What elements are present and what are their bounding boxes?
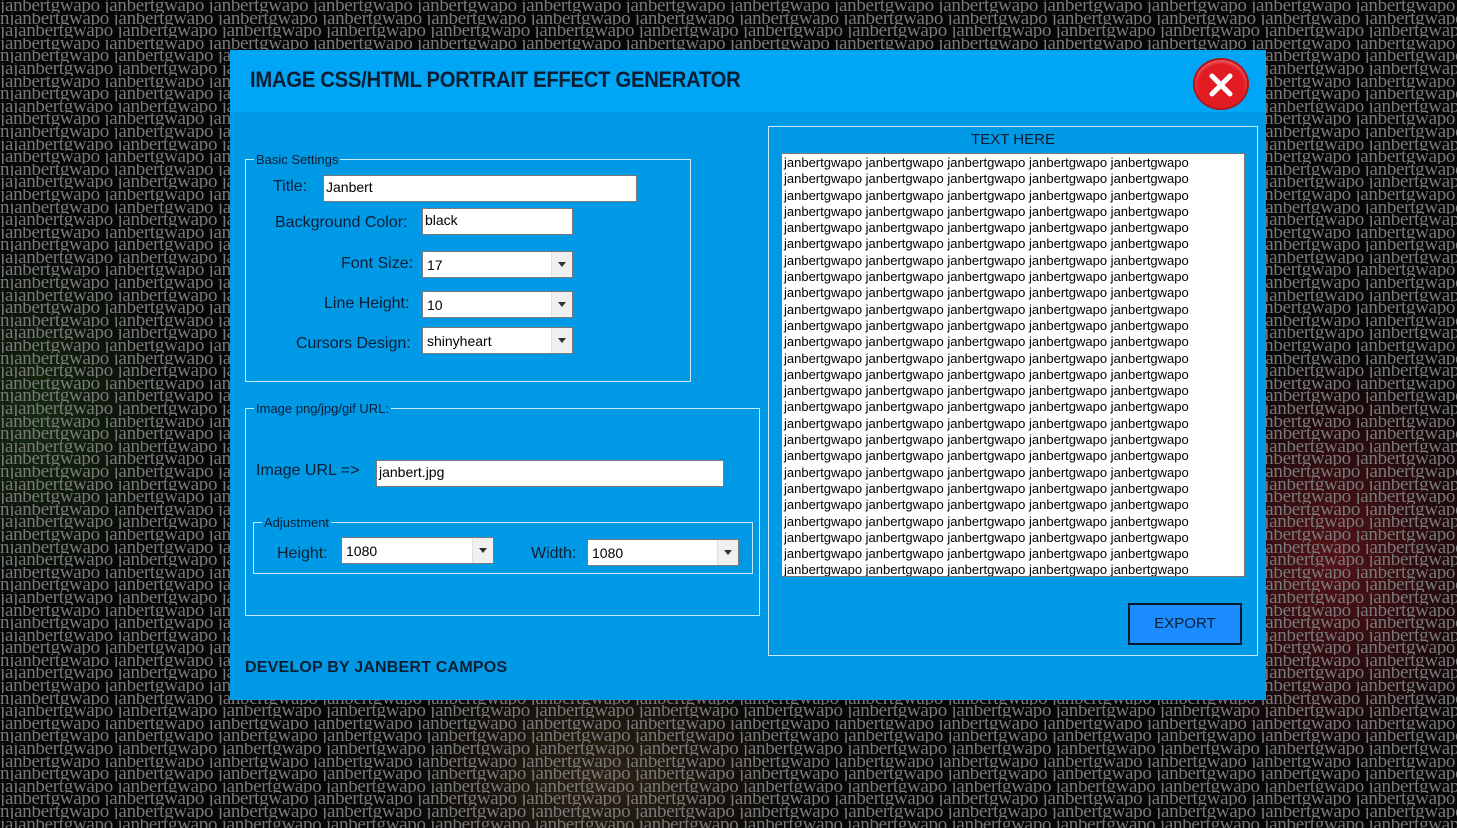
text-area-line: janbertgwapo janbertgwapo janbertgwapo j…	[784, 383, 1189, 399]
text-area-line: janbertgwapo janbertgwapo janbertgwapo j…	[784, 562, 1189, 577]
title-input[interactable]: Janbert	[323, 175, 637, 202]
height-select[interactable]: 1080	[341, 537, 494, 564]
text-panel-title: TEXT HERE	[971, 131, 1055, 148]
image-url-legend: Image png/jpg/gif URL:	[256, 401, 389, 416]
font-size-select[interactable]: 17	[422, 251, 573, 278]
background-text-line: janbertgwapo janbertgwapo janbertgwapo j…	[0, 0, 1457, 13]
text-area-line: janbertgwapo janbertgwapo janbertgwapo j…	[784, 317, 1189, 333]
background-text-line: janbertgwapo janbertgwapo janbertgwapo j…	[0, 37, 1457, 51]
text-area-line: janbertgwapo janbertgwapo janbertgwapo j…	[784, 415, 1189, 431]
background-text-line: jajanbertgwapo janbertgwapo janbertgwapo…	[0, 25, 1457, 38]
background-text-line: njanbertgwapo janbertgwapo janbertgwapo …	[0, 806, 1457, 819]
text-area[interactable]: janbertgwapo janbertgwapo janbertgwapo j…	[781, 153, 1245, 577]
cursors-design-value: shinyheart	[427, 333, 492, 349]
background-color-input[interactable]: black	[422, 208, 573, 235]
export-button[interactable]: EXPORT	[1128, 603, 1242, 645]
text-area-line: janbertgwapo janbertgwapo janbertgwapo j…	[784, 171, 1189, 187]
background-text-line: njanbertgwapo janbertgwapo janbertgwapo …	[0, 768, 1457, 781]
basic-settings-legend: Basic Settings	[256, 152, 339, 167]
text-area-line: janbertgwapo janbertgwapo janbertgwapo j…	[784, 236, 1189, 252]
app-title: IMAGE CSS/HTML PORTRAIT EFFECT GENERATOR	[250, 67, 741, 92]
text-area-line: janbertgwapo janbertgwapo janbertgwapo j…	[784, 301, 1189, 317]
width-value: 1080	[592, 545, 624, 561]
chevron-down-icon[interactable]	[551, 252, 572, 277]
width-label: Width:	[531, 545, 577, 562]
text-area-line: janbertgwapo janbertgwapo janbertgwapo j…	[784, 334, 1189, 350]
text-area-line: janbertgwapo janbertgwapo janbertgwapo j…	[784, 285, 1189, 301]
chevron-down-icon[interactable]	[717, 540, 738, 565]
chevron-down-icon[interactable]	[551, 328, 572, 353]
close-button[interactable]	[1193, 58, 1249, 110]
font-size-value: 17	[427, 257, 443, 273]
width-select[interactable]: 1080	[587, 539, 739, 566]
text-area-line: janbertgwapo janbertgwapo janbertgwapo j…	[784, 513, 1189, 529]
cursors-design-select[interactable]: shinyheart	[422, 327, 573, 354]
text-area-line: janbertgwapo janbertgwapo janbertgwapo j…	[784, 464, 1189, 480]
text-area-line: janbertgwapo janbertgwapo janbertgwapo j…	[784, 203, 1189, 219]
footer-credit: DEVELOP BY JANBERT CAMPOS	[245, 659, 508, 676]
generator-window: IMAGE CSS/HTML PORTRAIT EFFECT GENERATOR…	[230, 50, 1266, 700]
background-text-line: janbertgwapo janbertgwapo janbertgwapo j…	[0, 793, 1457, 806]
background-text-line: jajanbertgwapo janbertgwapo janbertgwapo…	[0, 743, 1457, 756]
text-panel: TEXT HERE janbertgwapo janbertgwapo janb…	[768, 126, 1258, 656]
text-area-line: janbertgwapo janbertgwapo janbertgwapo j…	[784, 432, 1189, 448]
cursors-design-label: Cursors Design:	[296, 335, 411, 352]
text-area-line: janbertgwapo janbertgwapo janbertgwapo j…	[784, 448, 1189, 464]
text-area-line: janbertgwapo janbertgwapo janbertgwapo j…	[784, 252, 1189, 268]
line-height-value: 10	[427, 297, 443, 313]
background-text-line: njanbertgwapo janbertgwapo janbertgwapo …	[0, 12, 1457, 26]
text-area-line: janbertgwapo janbertgwapo janbertgwapo j…	[784, 480, 1189, 496]
text-area-line: janbertgwapo janbertgwapo janbertgwapo j…	[784, 546, 1189, 562]
text-area-line: janbertgwapo janbertgwapo janbertgwapo j…	[784, 187, 1189, 203]
image-url-label: Image URL =>	[256, 462, 360, 479]
close-icon	[1209, 73, 1233, 97]
text-area-line: janbertgwapo janbertgwapo janbertgwapo j…	[784, 399, 1189, 415]
background-text-line: njanbertgwapo janbertgwapo janbertgwapo …	[0, 730, 1457, 744]
height-value: 1080	[346, 543, 378, 559]
image-url-input[interactable]: janbert.jpg	[376, 460, 724, 487]
text-area-line: janbertgwapo janbertgwapo janbertgwapo j…	[784, 529, 1189, 545]
background-text-line: jajanbertgwapo janbertgwapo janbertgwapo…	[0, 819, 1457, 828]
background-text-line: jajanbertgwapo janbertgwapo janbertgwapo…	[0, 780, 1457, 794]
adjustment-legend: Adjustment	[264, 515, 330, 530]
text-area-line: janbertgwapo janbertgwapo janbertgwapo j…	[784, 497, 1189, 513]
line-height-label: Line Height:	[324, 295, 410, 312]
font-size-label: Font Size:	[341, 255, 414, 272]
text-area-line: janbertgwapo janbertgwapo janbertgwapo j…	[784, 269, 1189, 285]
chevron-down-icon[interactable]	[472, 538, 493, 563]
background-color-label: Background Color:	[275, 214, 408, 231]
text-area-line: janbertgwapo janbertgwapo janbertgwapo j…	[784, 220, 1189, 236]
text-area-line: janbertgwapo janbertgwapo janbertgwapo j…	[784, 366, 1189, 382]
image-url-group: Image png/jpg/gif URL:	[245, 401, 760, 616]
text-area-line: janbertgwapo janbertgwapo janbertgwapo j…	[784, 350, 1189, 366]
background-text-line: jajanbertgwapo janbertgwapo janbertgwapo…	[0, 705, 1457, 718]
title-bar: IMAGE CSS/HTML PORTRAIT EFFECT GENERATOR	[230, 50, 1266, 112]
background-text-line: janbertgwapo janbertgwapo janbertgwapo j…	[0, 717, 1457, 731]
text-area-line: janbertgwapo janbertgwapo janbertgwapo j…	[784, 155, 1189, 170]
height-label: Height:	[277, 545, 328, 562]
title-label: Title:	[273, 178, 308, 195]
background-text-line: janbertgwapo janbertgwapo janbertgwapo j…	[0, 755, 1457, 769]
chevron-down-icon[interactable]	[551, 292, 572, 317]
line-height-select[interactable]: 10	[422, 291, 573, 318]
